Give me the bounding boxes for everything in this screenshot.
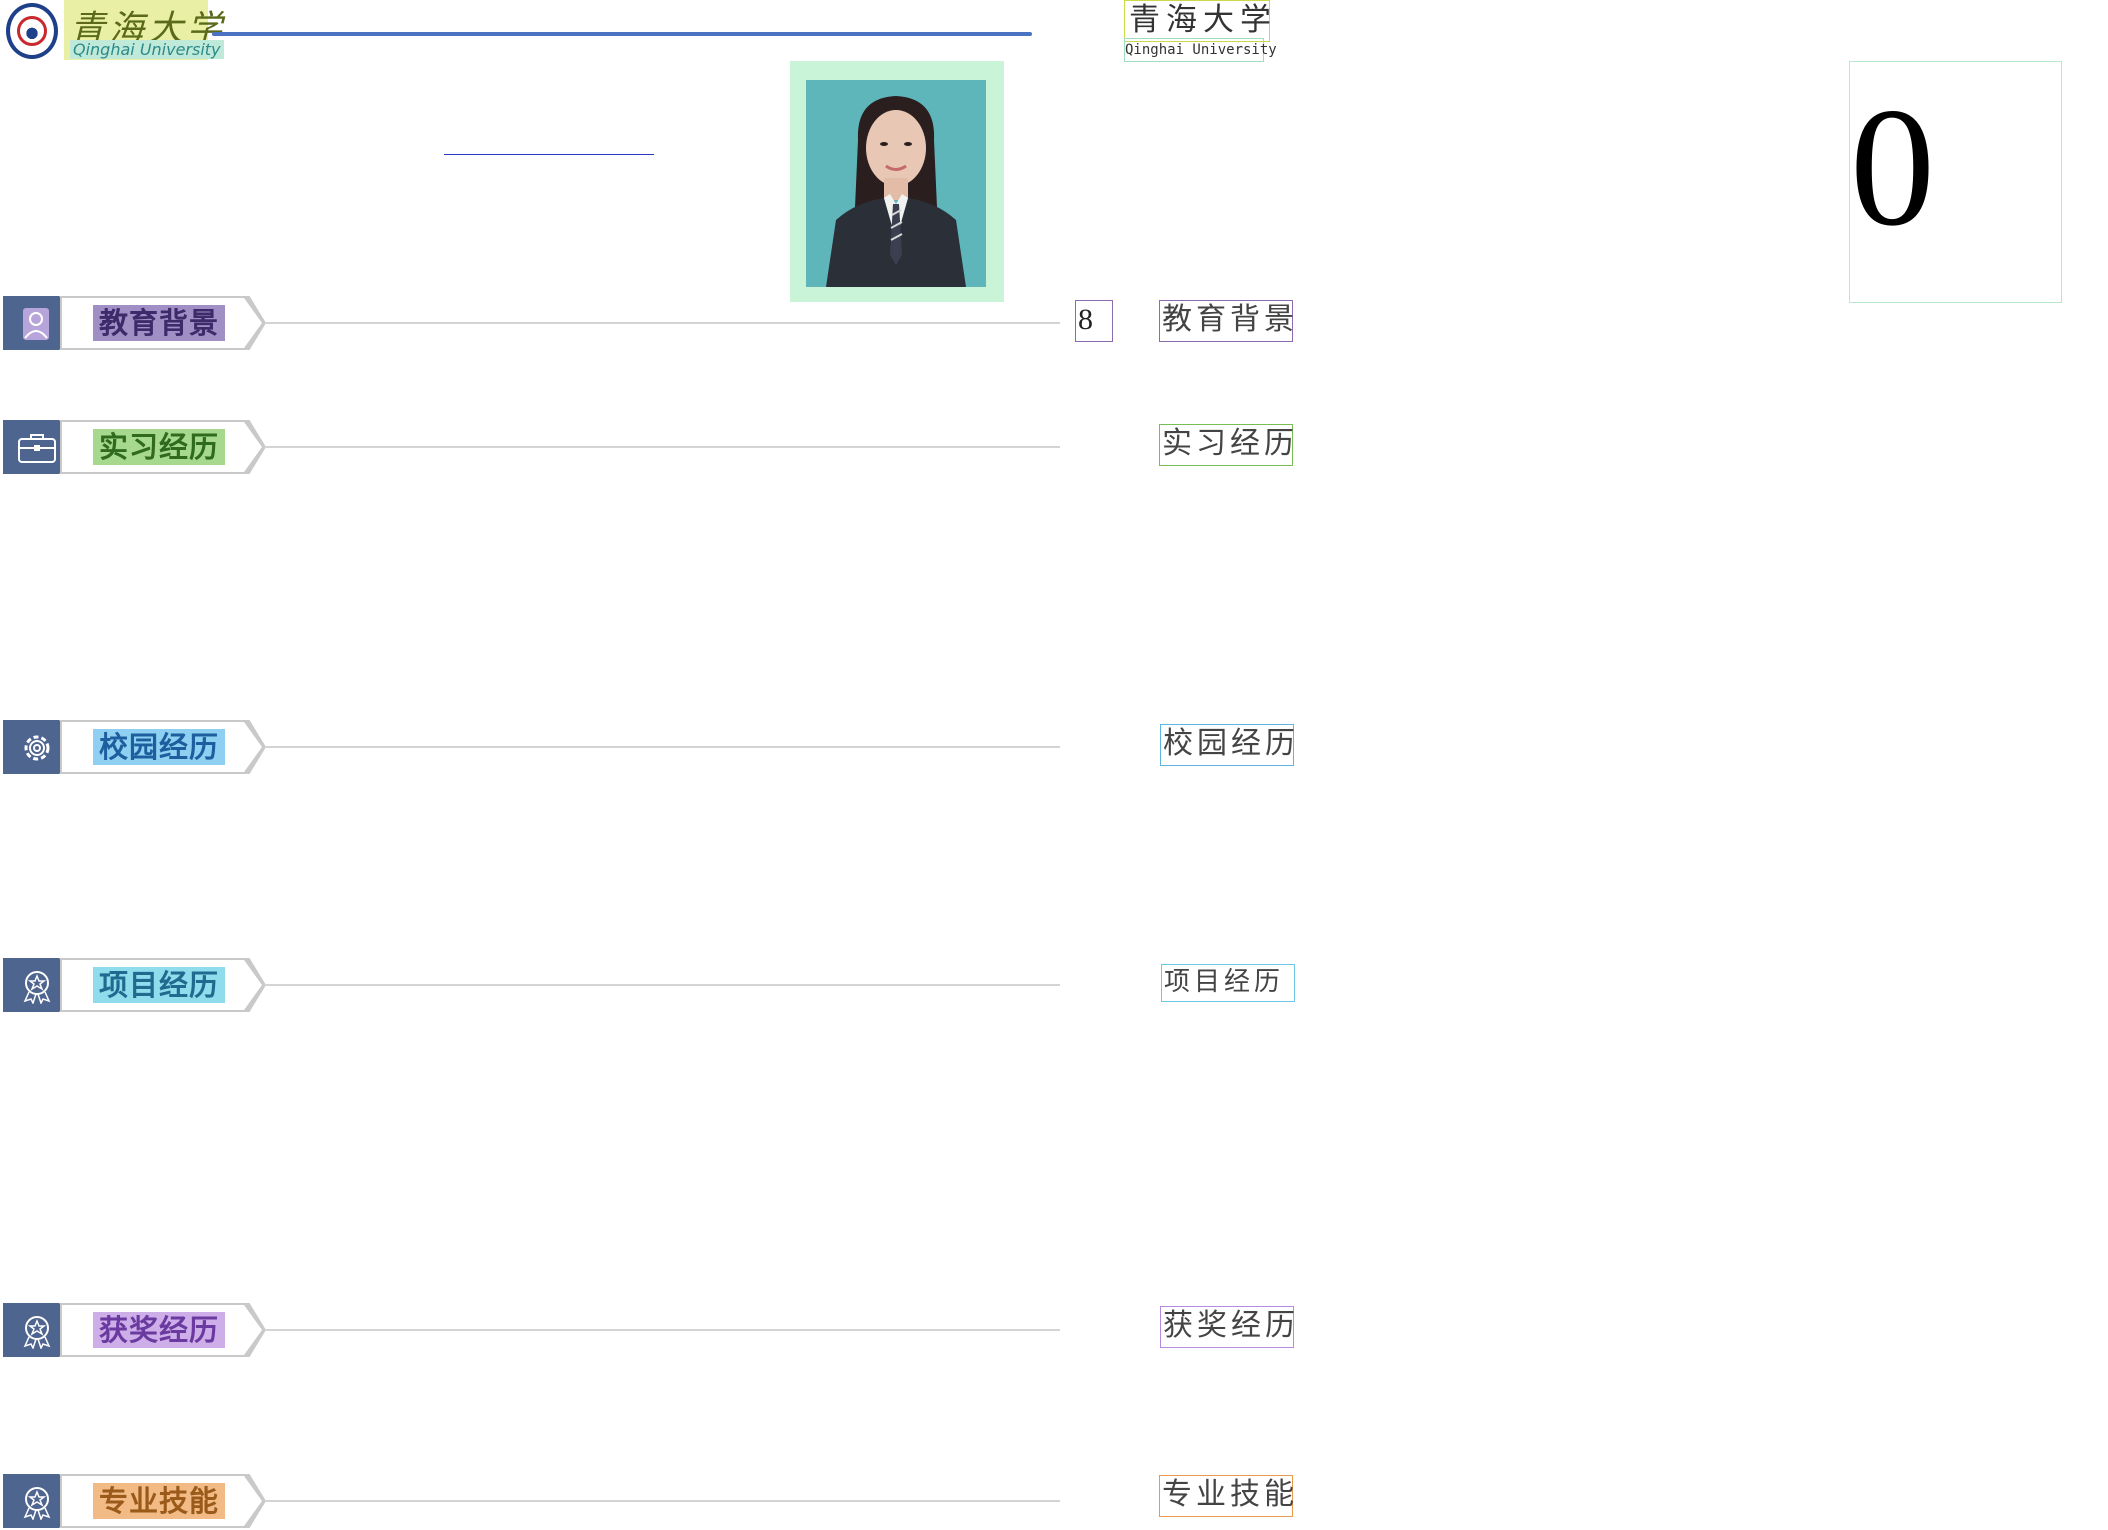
section-title: 校园经历: [93, 729, 226, 765]
briefcase-icon: [18, 434, 56, 463]
right-title: 青海大学: [1124, 0, 1271, 42]
section-title: 项目经历: [93, 967, 226, 1003]
award-icon: [23, 971, 51, 1004]
section-education: 教育背景: [0, 294, 1060, 352]
name-underline: [444, 154, 654, 155]
header-rule: [212, 32, 1032, 36]
profile-photo: [806, 80, 986, 287]
right-section-label: 校园经历: [1160, 724, 1295, 766]
section-divider: [266, 322, 1060, 324]
section-divider: [266, 1500, 1060, 1502]
section-title: 实习经历: [93, 429, 226, 465]
section-title: 教育背景: [93, 305, 226, 341]
right-zero-box: 0: [1849, 61, 2062, 303]
section-divider: [266, 446, 1060, 448]
right-section-label: 获奖经历: [1160, 1306, 1295, 1348]
person-icon: [23, 308, 49, 340]
right-section-label: 教育背景: [1159, 300, 1294, 342]
section-divider: [266, 746, 1060, 748]
section-awards: 获奖经历: [0, 1301, 1060, 1359]
right-section-label: 项目经历: [1161, 964, 1295, 1002]
section-title: 获奖经历: [93, 1312, 226, 1348]
section-skills: 专业技能: [0, 1472, 1060, 1530]
right-subtitle: Qinghai University: [1124, 38, 1277, 62]
award-icon: [23, 1316, 51, 1349]
section-internship: 实习经历: [0, 418, 1060, 476]
university-emblem-icon: [6, 3, 58, 59]
section-campus: 校园经历: [0, 718, 1060, 776]
right-section-label: 实习经历: [1159, 424, 1294, 466]
right-eight-box: 8: [1075, 300, 1113, 342]
gear-icon: [24, 735, 50, 761]
section-title: 专业技能: [93, 1483, 226, 1519]
section-divider: [266, 1329, 1060, 1331]
award-icon: [23, 1487, 51, 1520]
section-divider: [266, 984, 1060, 986]
section-project: 项目经历: [0, 956, 1060, 1014]
right-section-label: 专业技能: [1159, 1475, 1294, 1517]
logo-english-name: Qinghai University: [70, 40, 224, 59]
